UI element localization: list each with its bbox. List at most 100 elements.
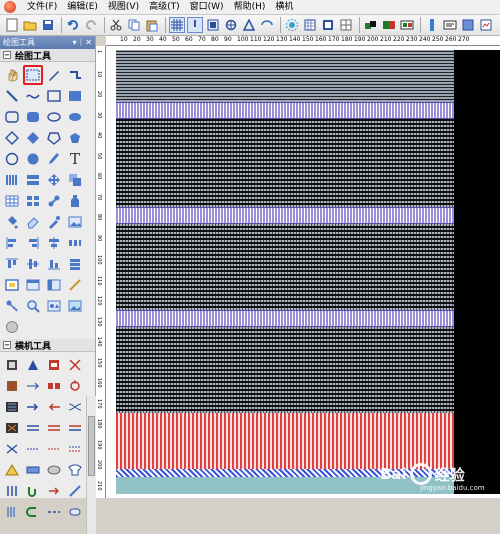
- dash-stitch-icon[interactable]: [44, 502, 64, 522]
- needle-front-icon[interactable]: [44, 439, 64, 459]
- align-center-icon[interactable]: [44, 233, 64, 253]
- key-icon[interactable]: [2, 296, 22, 316]
- new-icon[interactable]: [4, 17, 20, 33]
- preview-icon[interactable]: [478, 17, 494, 33]
- text-tool-icon[interactable]: T: [65, 149, 85, 169]
- yarn-icon[interactable]: [44, 460, 64, 480]
- collapse-icon[interactable]: −: [3, 51, 11, 59]
- photo-icon[interactable]: [65, 296, 85, 316]
- move-stitch-icon[interactable]: [23, 376, 43, 396]
- warning-icon[interactable]: [2, 460, 22, 480]
- align-middle-icon[interactable]: [23, 254, 43, 274]
- hook-icon[interactable]: [23, 481, 43, 501]
- round-rect-icon[interactable]: [2, 107, 22, 127]
- eraser-icon[interactable]: [23, 212, 43, 232]
- align-top-icon[interactable]: [2, 254, 22, 274]
- step-line-icon[interactable]: [65, 65, 85, 85]
- text-icon[interactable]: [442, 17, 458, 33]
- view-icon[interactable]: [205, 17, 221, 33]
- move-icon[interactable]: [44, 170, 64, 190]
- stitch-arrow-icon[interactable]: [44, 481, 64, 501]
- grid-icon[interactable]: [169, 17, 185, 33]
- swap-mix-icon[interactable]: [65, 418, 85, 438]
- palette-icon[interactable]: [381, 17, 397, 33]
- picker-icon[interactable]: [44, 212, 64, 232]
- circle-icon[interactable]: [2, 149, 22, 169]
- image-icon[interactable]: [65, 212, 85, 232]
- needle-back-icon[interactable]: [23, 439, 43, 459]
- rows-icon[interactable]: [23, 170, 43, 190]
- section-draw-header[interactable]: − 绘图工具: [0, 49, 95, 62]
- tuck-icon[interactable]: [23, 355, 43, 375]
- menu-advanced[interactable]: 高级(T): [144, 0, 185, 15]
- diamond-icon[interactable]: [2, 128, 22, 148]
- circle-fill-icon[interactable]: [23, 149, 43, 169]
- settings-icon[interactable]: [284, 17, 300, 33]
- loop-icon[interactable]: [65, 376, 85, 396]
- pin-icon[interactable]: ▾: [72, 38, 76, 47]
- line-icon[interactable]: [2, 86, 22, 106]
- section-machine-header[interactable]: − 横机工具: [0, 339, 95, 352]
- shape-library-icon[interactable]: [44, 296, 64, 316]
- menu-machine[interactable]: 横机: [270, 0, 298, 15]
- round-rect-fill-icon[interactable]: [23, 107, 43, 127]
- redo-icon[interactable]: [83, 17, 99, 33]
- swap-icon[interactable]: [23, 418, 43, 438]
- diamond-fill-icon[interactable]: [23, 128, 43, 148]
- rib-icon[interactable]: [2, 376, 22, 396]
- lines-icon[interactable]: [2, 502, 22, 522]
- c-hook-icon[interactable]: [23, 502, 43, 522]
- ellipse-fill-icon[interactable]: [65, 107, 85, 127]
- frame-icon[interactable]: [2, 275, 22, 295]
- copy-icon[interactable]: [126, 17, 142, 33]
- rect-fill-icon[interactable]: [65, 86, 85, 106]
- ellipse-icon[interactable]: [44, 107, 64, 127]
- cable-icon[interactable]: [65, 397, 85, 417]
- panel-scrollbar[interactable]: [86, 396, 96, 534]
- swap-red-icon[interactable]: [44, 418, 64, 438]
- swatch-icon[interactable]: [399, 17, 415, 33]
- close-icon[interactable]: ✕: [85, 38, 92, 47]
- tube-icon[interactable]: [65, 502, 85, 522]
- needle-both-icon[interactable]: [65, 439, 85, 459]
- menu-file[interactable]: 文件(F): [22, 0, 62, 15]
- brush-icon[interactable]: [44, 149, 64, 169]
- machine-icon[interactable]: [460, 17, 476, 33]
- window-icon[interactable]: [23, 275, 43, 295]
- column-knit-icon[interactable]: [2, 481, 22, 501]
- split-stitch-icon[interactable]: [2, 439, 22, 459]
- open-icon[interactable]: [22, 17, 38, 33]
- pin-icon[interactable]: ᛁ: [78, 38, 83, 47]
- split-icon[interactable]: [44, 376, 64, 396]
- polygon-fill-icon[interactable]: [65, 128, 85, 148]
- sphere-icon[interactable]: [2, 317, 22, 337]
- panel-icon[interactable]: [44, 275, 64, 295]
- align-right-icon[interactable]: [23, 233, 43, 253]
- arrow-left-icon[interactable]: [44, 397, 64, 417]
- hand-icon[interactable]: [2, 65, 22, 85]
- chain-icon[interactable]: [44, 191, 64, 211]
- rect-outline-icon[interactable]: [44, 86, 64, 106]
- distribute-icon[interactable]: [65, 233, 85, 253]
- knit-stitch-icon[interactable]: [2, 355, 22, 375]
- collapse-icon[interactable]: −: [3, 341, 11, 349]
- transfer-icon[interactable]: [44, 355, 64, 375]
- ruler-icon[interactable]: [424, 17, 440, 33]
- polygon-icon[interactable]: [44, 128, 64, 148]
- color-icon[interactable]: [320, 17, 336, 33]
- arrow-icon[interactable]: [241, 17, 257, 33]
- scrollbar-thumb[interactable]: [88, 416, 95, 476]
- fill-icon[interactable]: [2, 212, 22, 232]
- arrow-right-icon[interactable]: [23, 397, 43, 417]
- pattern-icon[interactable]: [302, 17, 318, 33]
- grid-tool-icon[interactable]: [2, 191, 22, 211]
- copy-pattern-icon[interactable]: [65, 170, 85, 190]
- align-left-icon[interactable]: [2, 233, 22, 253]
- cut-icon[interactable]: [108, 17, 124, 33]
- design-canvas[interactable]: [106, 46, 500, 498]
- needle-tool-icon[interactable]: [65, 481, 85, 501]
- layout-icon[interactable]: [338, 17, 354, 33]
- info-icon[interactable]: I: [187, 17, 203, 33]
- flip-icon[interactable]: [259, 17, 275, 33]
- layer-icon[interactable]: [363, 17, 379, 33]
